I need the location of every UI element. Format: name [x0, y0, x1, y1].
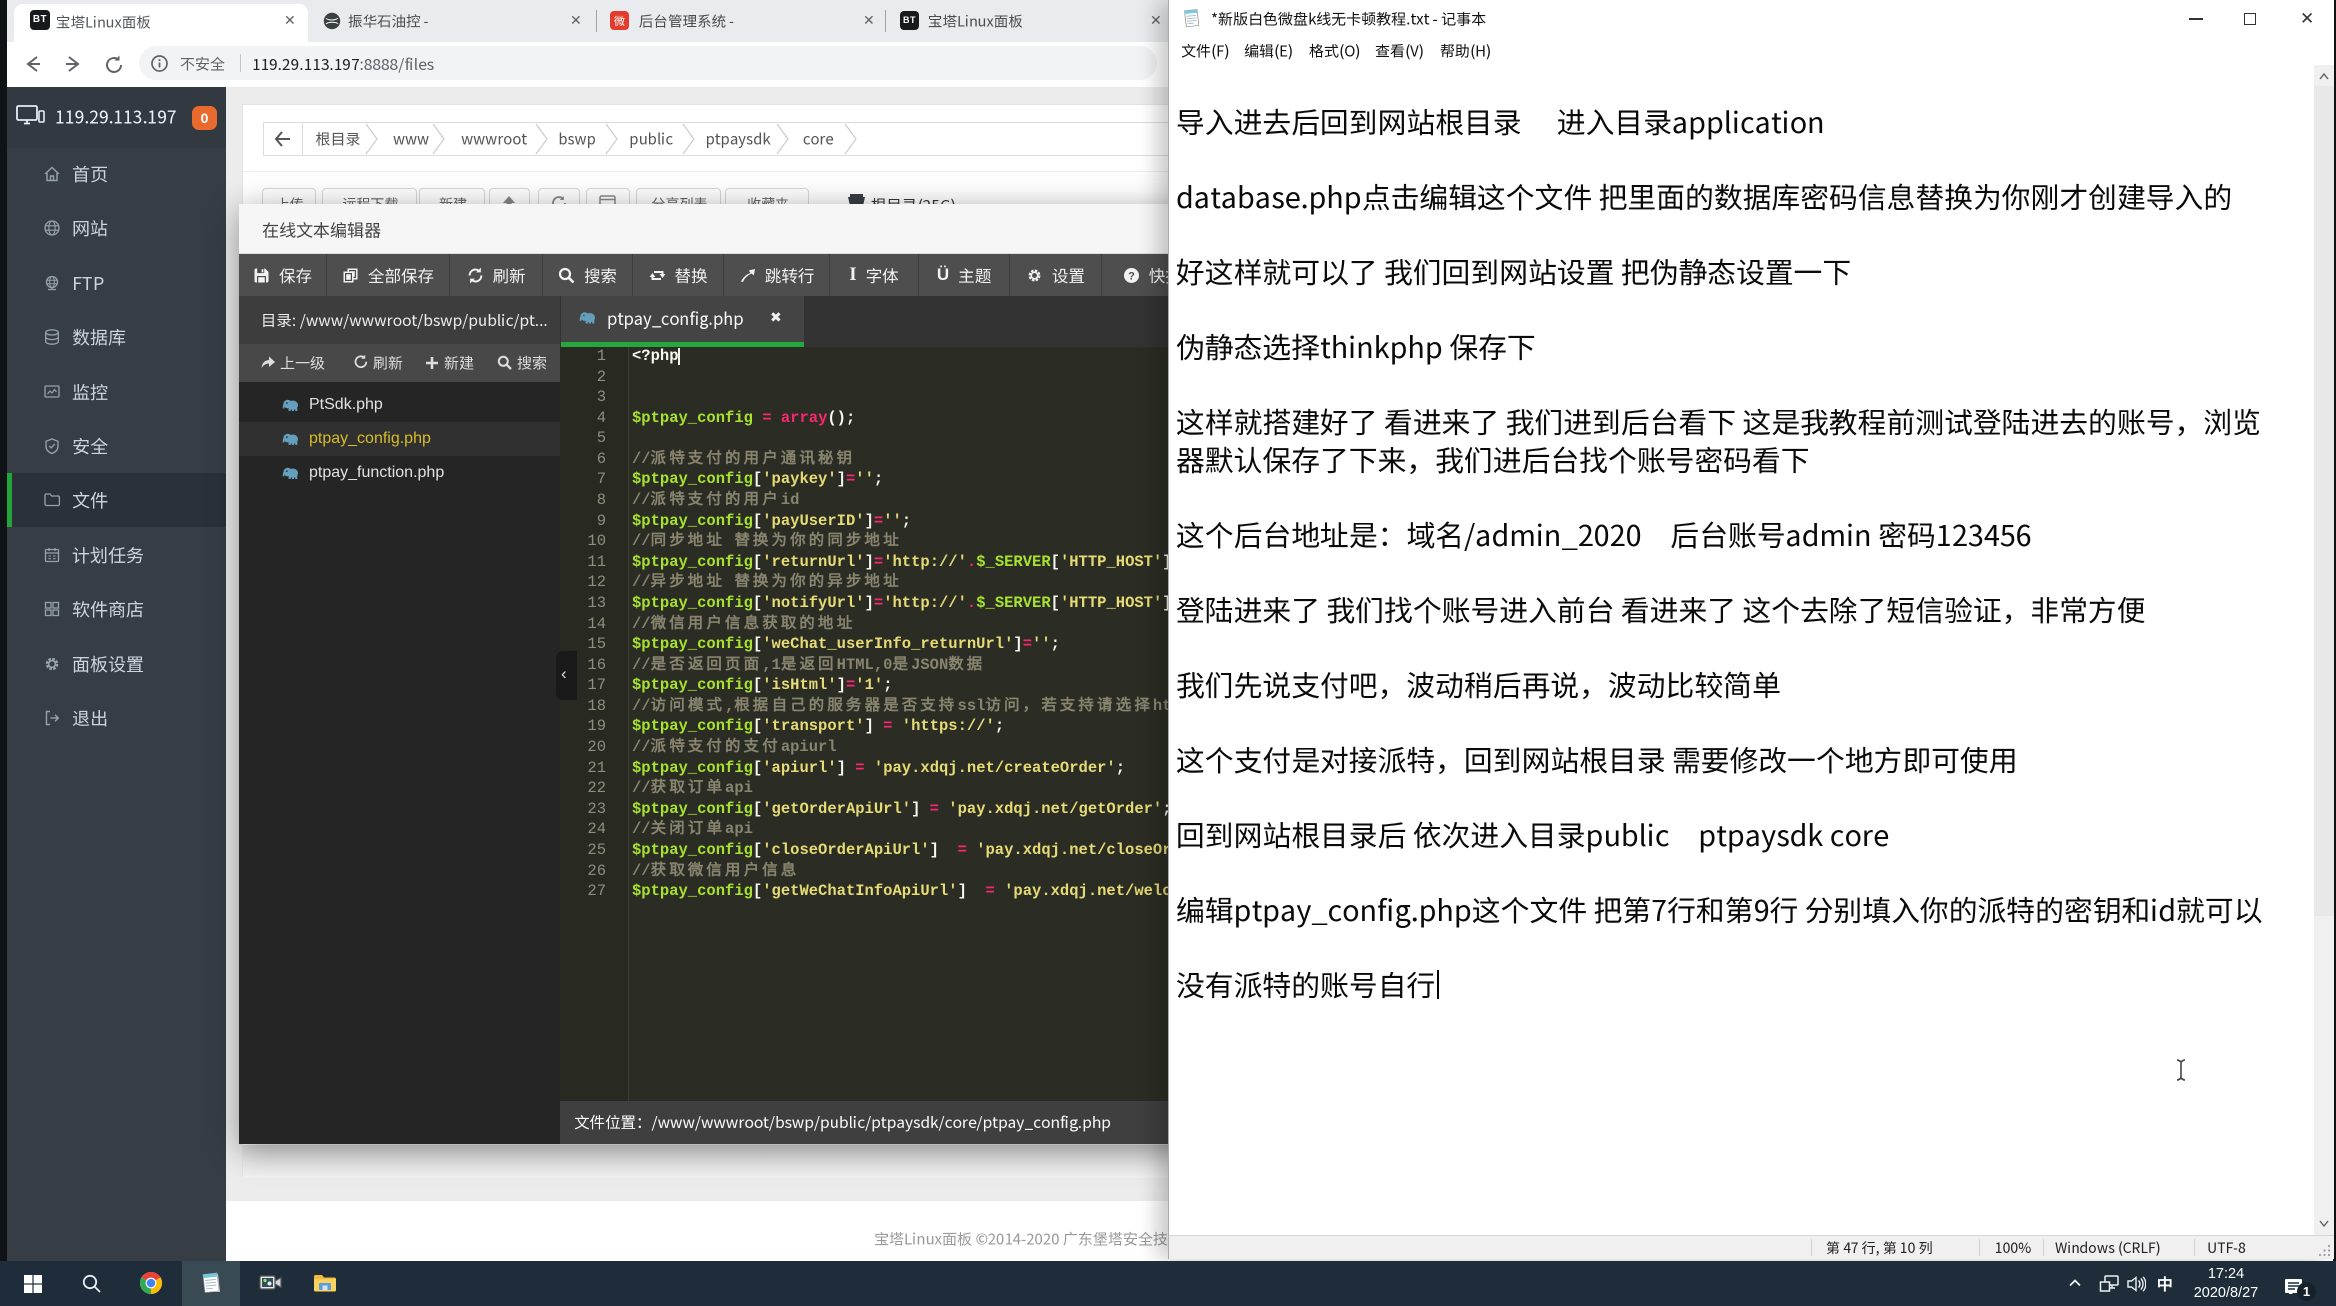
svg-text:?: ? [1128, 270, 1135, 282]
svg-text:微: 微 [613, 13, 625, 29]
